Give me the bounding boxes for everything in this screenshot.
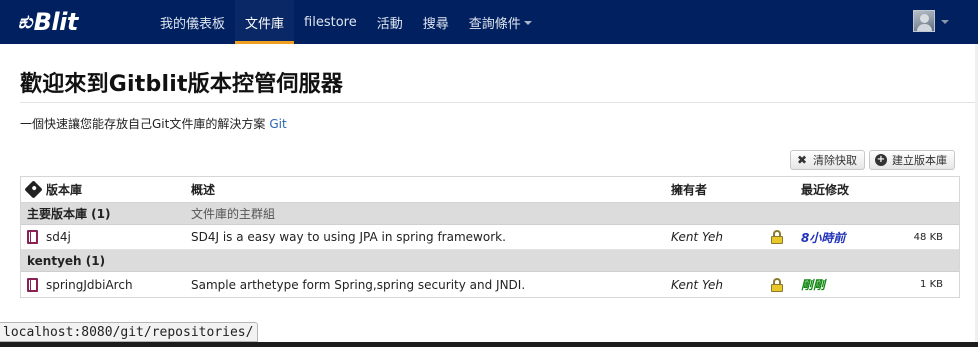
nav-search[interactable]: 搜尋 <box>413 0 459 44</box>
nav-repositories[interactable]: 文件庫 <box>235 0 295 44</box>
user-menu[interactable] <box>913 10 949 32</box>
repo-last-change: 剛剛 <box>801 278 826 292</box>
intro-text: 一個快速讓您能存放自己Git文件庫的解決方案 Git <box>20 115 287 132</box>
group-row: 主要版本庫 (1) 文件庫的主群組 <box>21 203 959 225</box>
repo-name-link[interactable]: springJdbiArch <box>46 278 133 292</box>
header-owner[interactable]: 擁有者 <box>671 177 707 202</box>
lock-icon <box>770 277 784 292</box>
repo-description: SD4J is a easy way to using JPA in sprin… <box>191 230 506 244</box>
group-row: kentyeh (1) <box>21 250 959 272</box>
clear-cache-button[interactable]: ✖ 清除快取 <box>790 150 865 170</box>
nav-activity[interactable]: 活動 <box>367 0 413 44</box>
top-navbar: ಕು Blit 我的儀表板 文件庫 filestore 活動 搜尋 查詢條件 <box>0 0 978 44</box>
window-bottom-edge <box>0 342 978 347</box>
repo-description: Sample arthetype form Spring,spring secu… <box>191 277 526 292</box>
repo-size: 48 KB <box>913 231 943 243</box>
plus-circle-icon: + <box>875 154 887 166</box>
intro-sentence: 一個快速讓您能存放自己Git文件庫的解決方案 <box>20 117 266 131</box>
new-repository-label: 建立版本庫 <box>892 154 947 167</box>
repository-icon <box>27 277 38 292</box>
group-name: 主要版本庫 (1) <box>27 207 111 221</box>
logo-text: Blit <box>33 8 79 36</box>
repo-last-change: 8小時前 <box>801 230 846 245</box>
clear-cache-label: 清除快取 <box>813 154 857 167</box>
table-row[interactable]: springJdbiArch Sample arthetype form Spr… <box>21 272 959 297</box>
group-description: 文件庫的主群組 <box>191 207 276 221</box>
browser-status-url: localhost:8080/git/repositories/ <box>0 322 259 342</box>
access-restriction-cell <box>770 272 784 297</box>
logo-mark: ಕು <box>16 11 35 33</box>
repo-owner: Kent Yeh <box>671 230 723 244</box>
repo-name-cell[interactable]: springJdbiArch <box>27 272 133 297</box>
gitblit-logo[interactable]: ಕು Blit <box>16 6 79 38</box>
repository-icon <box>27 230 38 244</box>
nav-filters-dropdown[interactable]: 查詢條件 <box>459 0 542 44</box>
header-last-change[interactable]: 最近修改 <box>801 177 849 202</box>
git-link[interactable]: Git <box>269 117 286 131</box>
repositories-table: 版本庫 概述 擁有者 最近修改 主要版本庫 (1) 文件庫的主群組 sd4j S… <box>20 176 960 298</box>
nav-filestore[interactable]: filestore <box>294 0 367 44</box>
repo-name-link[interactable]: sd4j <box>46 230 71 244</box>
repo-size: 1 KB <box>920 279 943 290</box>
table-row[interactable]: sd4j SD4J is a easy way to using JPA in … <box>21 225 959 250</box>
header-repository-label: 版本庫 <box>46 183 83 197</box>
repo-name-cell[interactable]: sd4j <box>27 225 71 249</box>
chevron-down-icon <box>523 21 532 25</box>
access-restriction-cell <box>770 225 784 249</box>
avatar-icon <box>913 10 935 32</box>
repo-owner: Kent Yeh <box>671 277 723 292</box>
chevron-down-icon <box>941 20 949 24</box>
header-repository[interactable]: 版本庫 <box>24 177 83 202</box>
nav-dashboard[interactable]: 我的儀表板 <box>150 0 235 44</box>
close-icon: ✖ <box>796 153 808 167</box>
main-nav: 我的儀表板 文件庫 filestore 活動 搜尋 查詢條件 <box>150 0 542 44</box>
divider <box>20 102 975 103</box>
new-repository-button[interactable]: + 建立版本庫 <box>869 150 955 170</box>
lock-icon <box>770 230 784 244</box>
header-description[interactable]: 概述 <box>191 177 215 202</box>
nav-filters-label: 查詢條件 <box>468 16 521 32</box>
group-name: kentyeh (1) <box>27 253 106 268</box>
table-header: 版本庫 概述 擁有者 最近修改 <box>21 177 959 203</box>
page-title: 歡迎來到Gitblit版本控管伺服器 <box>20 72 344 97</box>
git-icon <box>24 180 43 199</box>
